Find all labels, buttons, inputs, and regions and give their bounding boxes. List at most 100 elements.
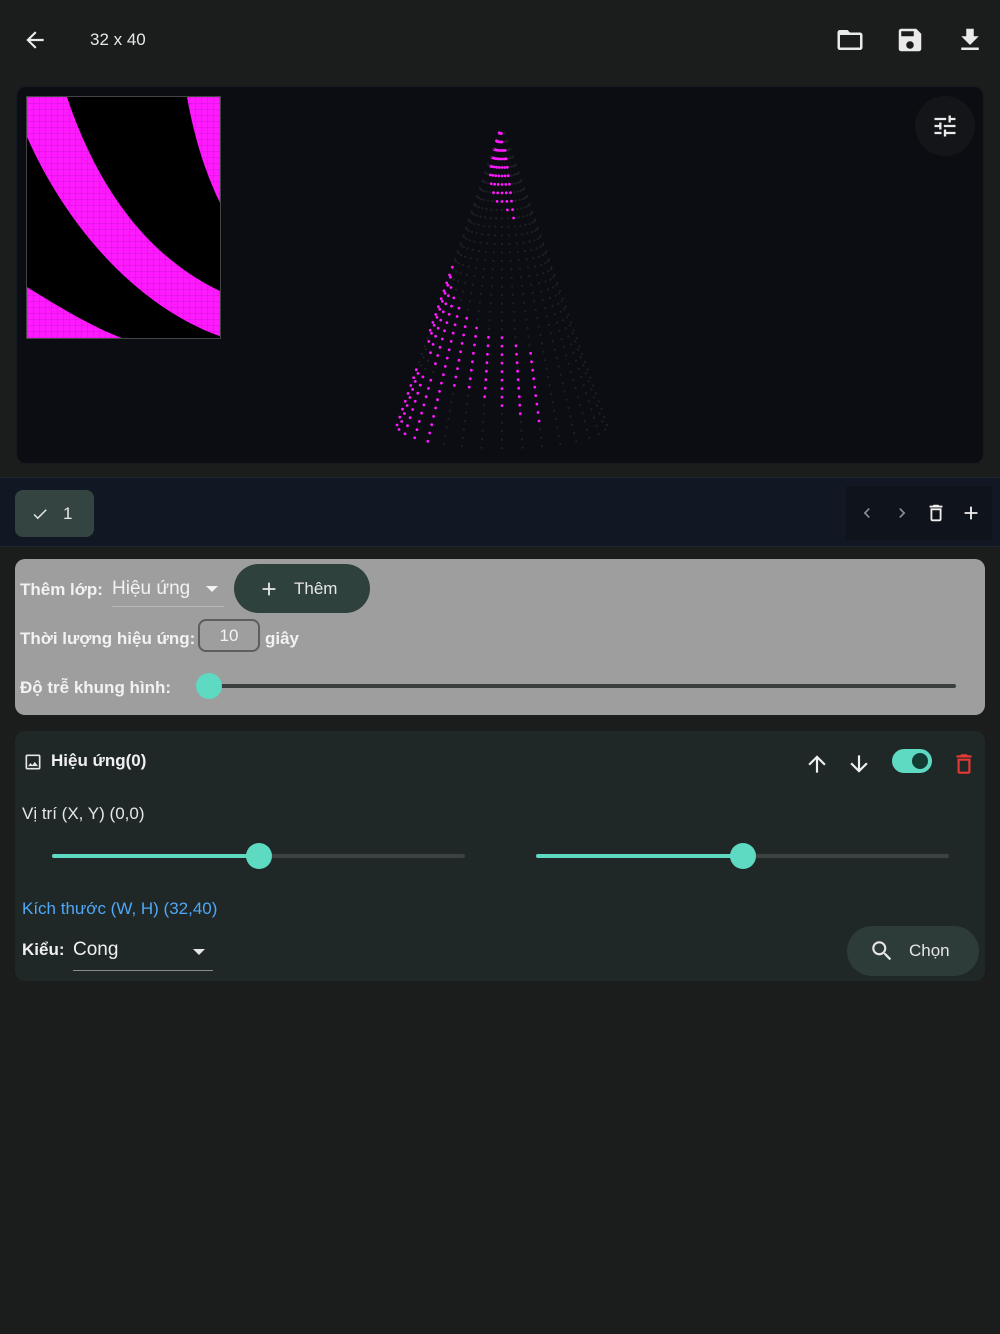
led-dot	[539, 245, 542, 248]
led-dot	[517, 386, 521, 390]
led-dot	[485, 361, 489, 365]
led-dot	[461, 290, 464, 293]
led-dot	[544, 262, 547, 265]
preview-canvas[interactable]	[16, 86, 984, 464]
led-dot	[509, 251, 512, 254]
led-dot	[500, 268, 504, 271]
move-layer-down-button[interactable]	[841, 746, 877, 782]
led-dot	[500, 174, 504, 178]
led-dot	[495, 217, 498, 220]
led-dot	[560, 337, 563, 341]
frame-delay-slider-track[interactable]	[209, 684, 956, 688]
led-dot	[429, 351, 432, 354]
check-icon	[33, 508, 47, 519]
led-dot	[483, 404, 486, 407]
led-dot	[565, 316, 569, 319]
led-dot	[479, 215, 482, 218]
frame-chip-1[interactable]: 1	[15, 490, 94, 537]
led-dot	[473, 275, 476, 278]
led-dot	[485, 207, 488, 211]
delete-layer-button[interactable]	[946, 746, 982, 782]
search-icon	[872, 941, 892, 961]
led-dot	[471, 230, 474, 234]
plus-icon	[262, 582, 276, 595]
led-dot	[481, 179, 484, 182]
led-dot	[488, 173, 492, 177]
led-dot	[482, 267, 486, 270]
back-button[interactable]	[14, 20, 56, 60]
led-dot	[484, 171, 487, 174]
app-bar: 32 x 40	[0, 0, 1000, 80]
add-layer-button[interactable]: Thêm	[234, 564, 370, 613]
open-folder-button[interactable]	[830, 20, 870, 60]
led-dot	[556, 281, 559, 284]
led-dot	[544, 252, 547, 255]
led-dot	[417, 420, 421, 423]
led-dot	[529, 351, 532, 355]
led-dot	[541, 244, 544, 247]
add-frame-button[interactable]	[956, 498, 986, 528]
size-label[interactable]: Kích thước (W, H) (32,40)	[22, 899, 217, 919]
position-y-slider-thumb[interactable]	[729, 843, 756, 869]
led-dot	[585, 428, 589, 431]
led-dot	[519, 224, 522, 227]
add-layer-panel: Thêm lớp: Hiệu ứng Thêm Thời lượng hiệu …	[15, 559, 985, 715]
led-dot	[421, 375, 425, 379]
led-dot	[581, 412, 584, 415]
led-dot	[440, 381, 443, 385]
led-dot	[500, 430, 504, 433]
pattern-thumbnail[interactable]	[26, 96, 221, 339]
led-dot	[415, 428, 419, 431]
led-dot	[525, 258, 528, 261]
led-dot	[569, 370, 572, 374]
led-dot	[438, 390, 441, 393]
delete-frame-button[interactable]	[921, 498, 951, 528]
position-x-slider-thumb[interactable]	[245, 843, 272, 869]
tune-button[interactable]	[915, 96, 975, 156]
led-dot	[547, 375, 550, 379]
led-dot	[537, 325, 540, 328]
led-dot	[450, 265, 454, 269]
layer-type-dropdown[interactable]: Hiệu ứng	[112, 571, 224, 607]
led-dot	[521, 188, 524, 192]
led-dot	[535, 402, 539, 406]
led-dot	[538, 236, 541, 239]
next-frame-button[interactable]	[887, 498, 917, 528]
save-icon	[898, 28, 922, 52]
led-dot	[553, 313, 556, 316]
led-dot	[600, 408, 603, 411]
led-dot	[468, 239, 471, 242]
frame-delay-slider-thumb[interactable]	[196, 673, 222, 699]
led-dot	[503, 166, 507, 169]
download-button[interactable]	[950, 20, 990, 60]
led-dot	[480, 446, 483, 449]
led-dot	[559, 310, 562, 313]
duration-input[interactable]: 10	[198, 619, 260, 652]
prev-frame-button[interactable]	[852, 498, 882, 528]
led-dot	[590, 388, 593, 391]
led-dot	[533, 300, 536, 303]
led-dot	[594, 392, 597, 395]
led-dot	[457, 306, 461, 310]
led-dot	[557, 434, 560, 437]
layer-enabled-toggle[interactable]	[892, 749, 932, 773]
led-dot	[601, 420, 604, 423]
save-button[interactable]	[890, 20, 930, 60]
led-dot	[451, 392, 454, 395]
led-dot	[447, 417, 450, 421]
led-dot	[483, 395, 487, 399]
led-dot	[583, 360, 586, 363]
choose-button[interactable]: Chọn	[847, 926, 979, 976]
style-value: Cong	[73, 939, 119, 960]
led-dot	[540, 342, 543, 345]
style-dropdown[interactable]: Cong	[73, 933, 213, 971]
led-dot	[535, 247, 538, 250]
led-dot	[511, 285, 514, 288]
led-dot	[540, 263, 543, 267]
move-layer-up-button[interactable]	[799, 746, 835, 782]
led-dot	[561, 297, 564, 300]
led-dot	[530, 230, 533, 234]
led-dot	[507, 225, 510, 228]
led-dot	[506, 217, 509, 220]
led-dot	[467, 218, 470, 221]
